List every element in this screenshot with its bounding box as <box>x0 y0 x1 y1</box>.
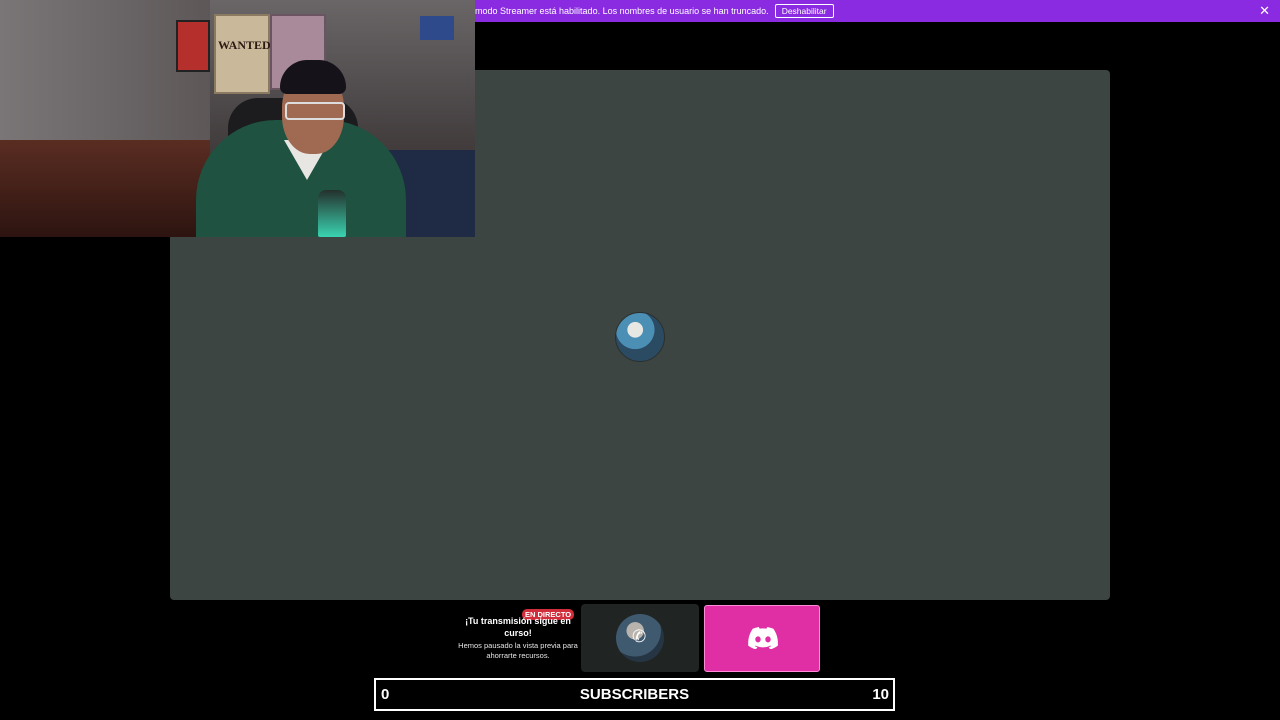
streamer-hair <box>280 60 346 94</box>
discord-icon <box>748 627 778 649</box>
streamer-mode-banner: modo Streamer está habilitado. Los nombr… <box>475 0 1280 22</box>
subscriber-count: 0 <box>381 686 390 703</box>
subscriber-goal-target: 10 <box>872 686 889 703</box>
webcam-poster <box>420 16 454 40</box>
webcam-desk <box>0 140 210 237</box>
webcam-microphone <box>318 190 346 237</box>
live-status-panel: EN DIRECTO ¡Tu transmisión sigue en curs… <box>458 606 578 670</box>
wanted-poster-text: WANTED! <box>218 38 275 52</box>
close-icon[interactable]: ✕ <box>1259 3 1270 19</box>
call-avatar: ✆ <box>616 614 664 662</box>
discord-tile[interactable] <box>704 605 820 672</box>
live-status-subtitle: Hemos pausado la vista previa para ahorr… <box>458 641 578 660</box>
webcam-wanted-poster: WANTED! <box>214 14 275 94</box>
live-status-title: ¡Tu transmisión sigue en curso! <box>465 616 571 638</box>
call-preview-tile[interactable]: ✆ <box>581 604 699 672</box>
webcam-overlay: WANTED! <box>0 0 475 237</box>
disable-streamer-mode-button[interactable]: Deshabilitar <box>774 4 834 18</box>
phone-icon: ✆ <box>632 627 647 646</box>
user-avatar[interactable] <box>615 312 665 362</box>
streamer-glasses <box>285 102 345 120</box>
webcam-poster <box>176 20 210 72</box>
streamer-mode-message: modo Streamer está habilitado. Los nombr… <box>475 6 769 16</box>
subscriber-goal-label: SUBSCRIBERS <box>579 686 690 703</box>
subscriber-goal-bar: 0 SUBSCRIBERS 10 <box>374 678 895 711</box>
